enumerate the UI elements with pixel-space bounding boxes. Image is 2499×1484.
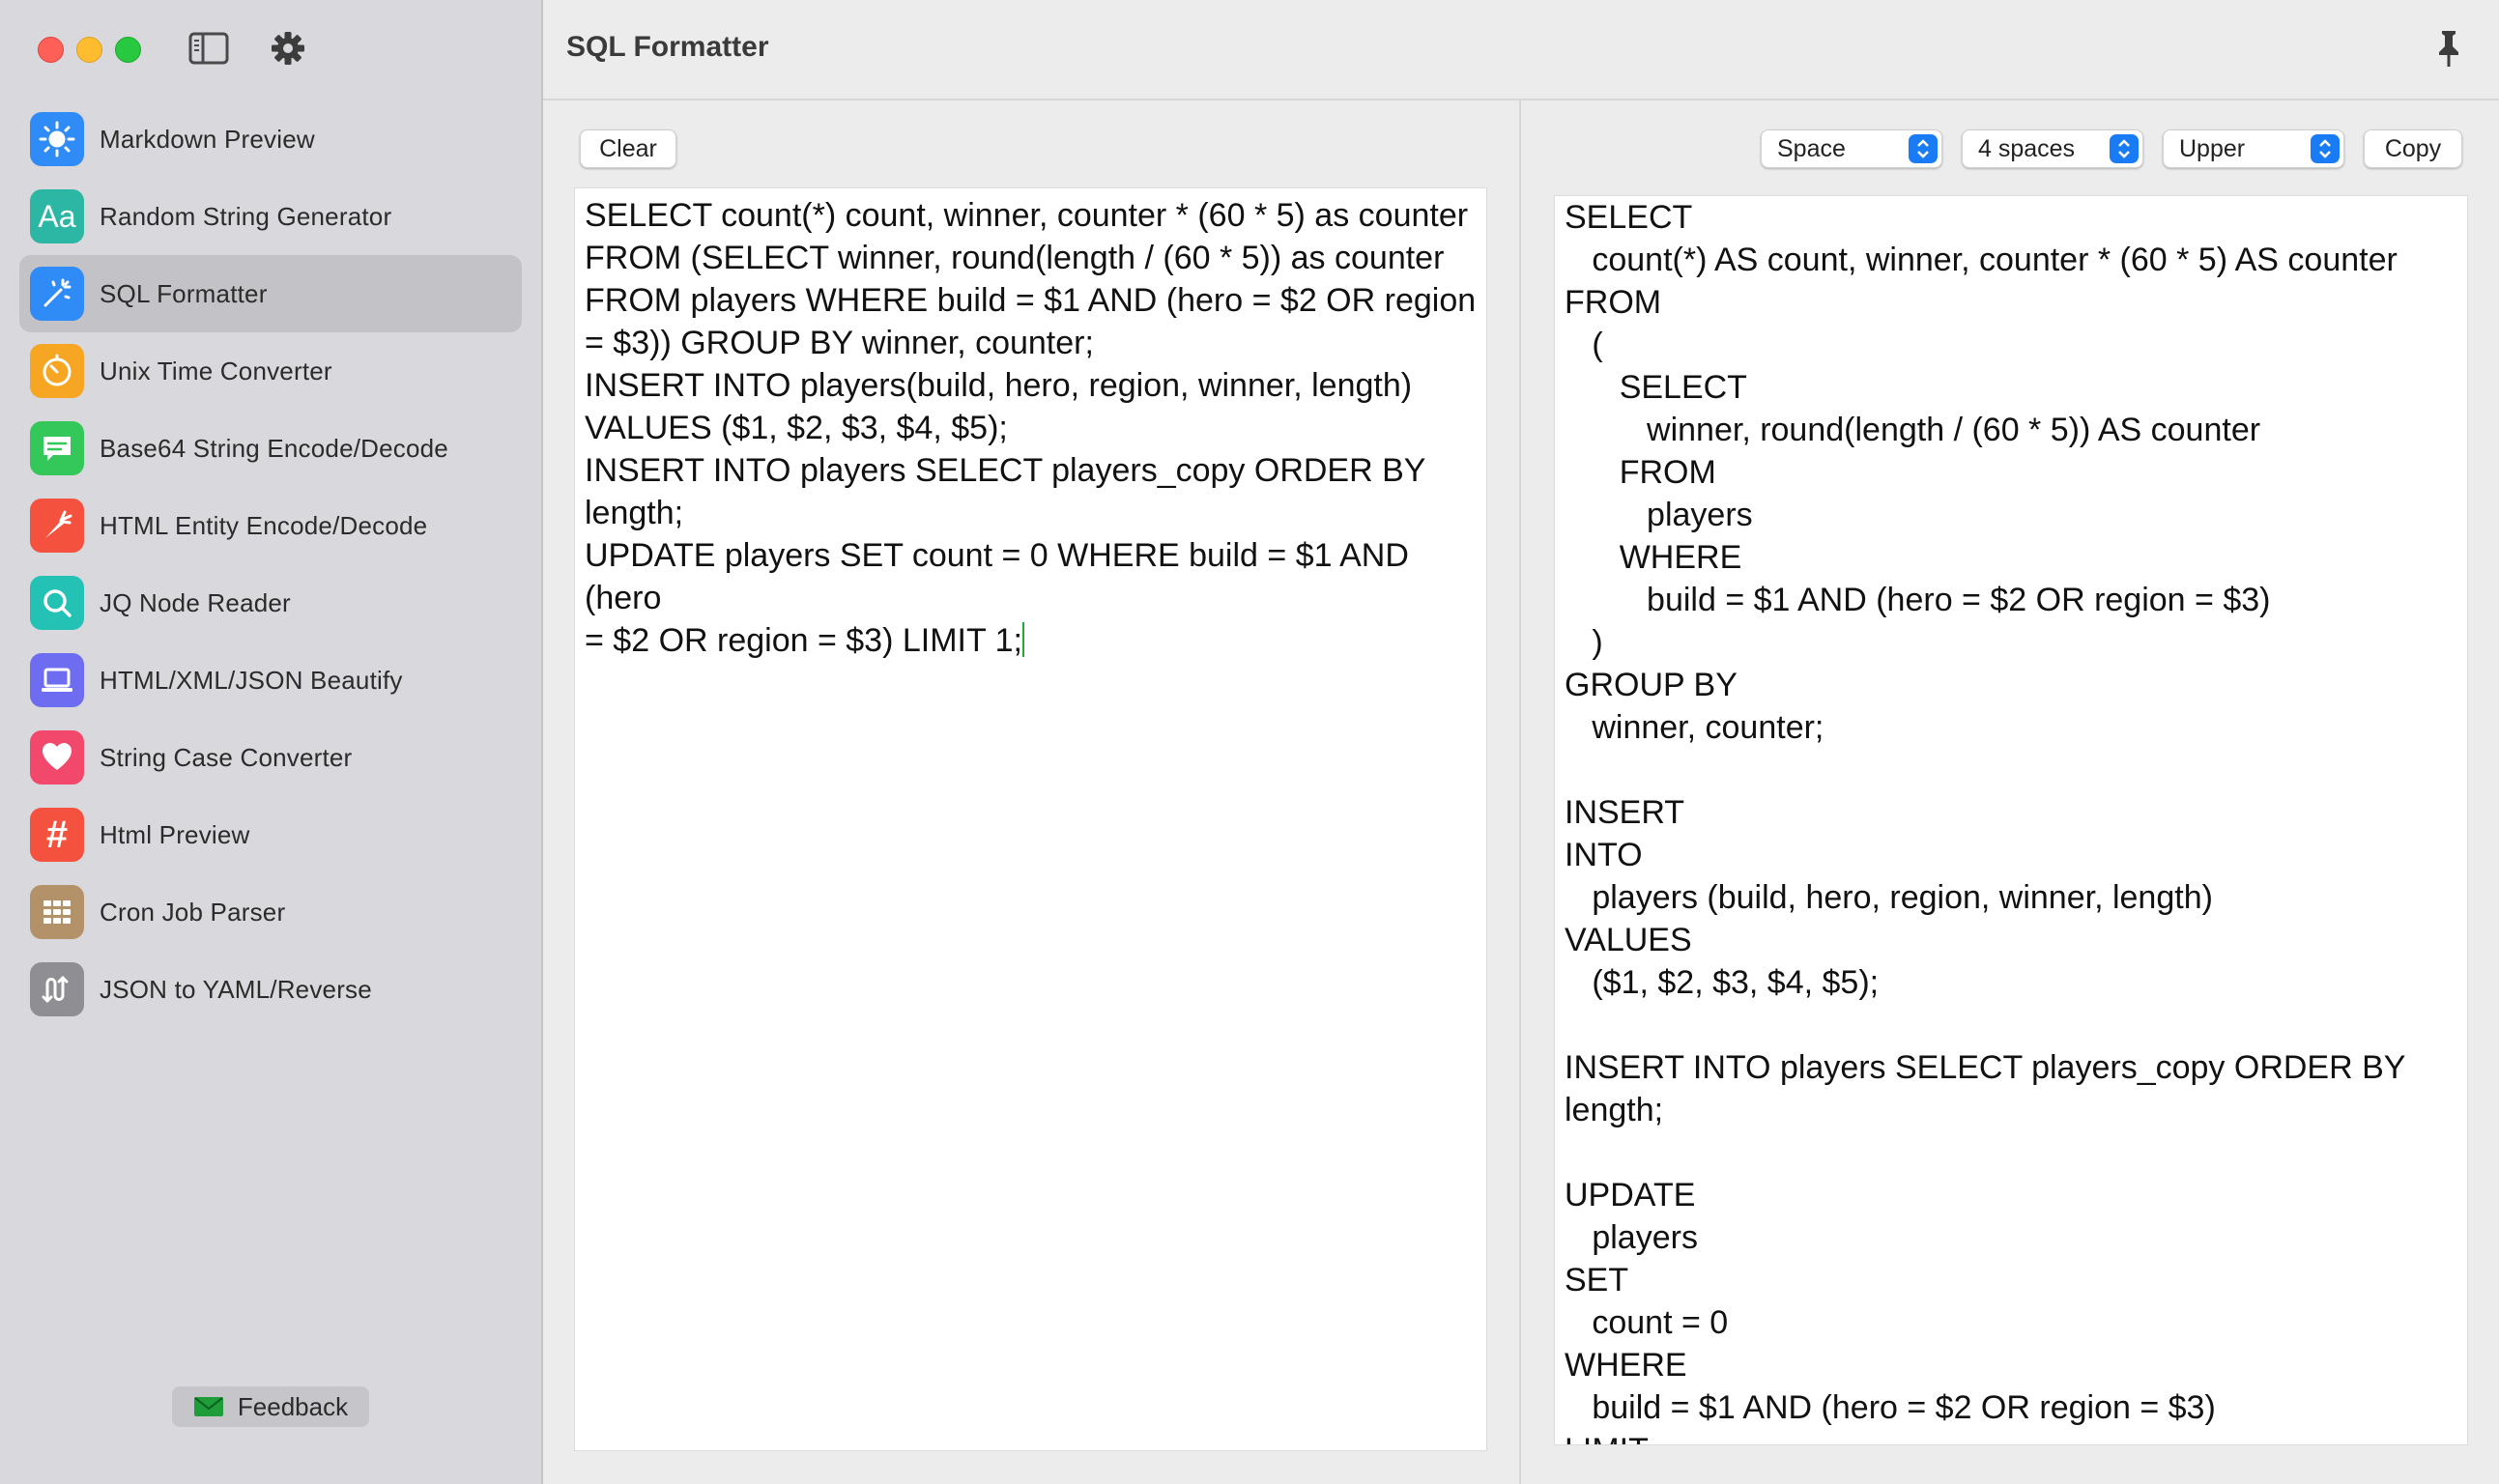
sidebar-toggle-icon[interactable] bbox=[187, 29, 230, 68]
chevron-up-down-icon bbox=[1909, 134, 1938, 163]
carrot-icon bbox=[30, 499, 84, 553]
sidebar-item-json-to-yaml-reverse[interactable]: JSON to YAML/Reverse bbox=[19, 951, 522, 1028]
sidebar-item-string-case-converter[interactable]: String Case Converter bbox=[19, 719, 522, 796]
pin-icon[interactable] bbox=[2431, 27, 2466, 70]
sidebar-item-html-preview[interactable]: # Html Preview bbox=[19, 796, 522, 873]
magic-wand-icon bbox=[30, 267, 84, 321]
close-window-button[interactable] bbox=[38, 37, 64, 63]
sql-input-editor[interactable]: SELECT count(*) count, winner, counter *… bbox=[574, 187, 1487, 1451]
heart-icon bbox=[30, 730, 84, 785]
sidebar-item-random-string-generator[interactable]: Aa Random String Generator bbox=[19, 178, 522, 255]
message-icon bbox=[30, 421, 84, 475]
indent-type-select[interactable]: Space bbox=[1761, 129, 1942, 168]
feedback-button[interactable]: Feedback bbox=[172, 1386, 369, 1427]
sidebar-item-html-entity-encode-decode[interactable]: HTML Entity Encode/Decode bbox=[19, 487, 522, 564]
sidebar-item-label: HTML Entity Encode/Decode bbox=[100, 510, 428, 540]
sidebar-item-base64-string-encode-decode[interactable]: Base64 String Encode/Decode bbox=[19, 410, 522, 487]
envelope-icon bbox=[193, 1397, 223, 1416]
text-caret bbox=[1021, 622, 1024, 657]
sql-input-text: SELECT count(*) count, winner, counter *… bbox=[585, 197, 1477, 659]
sidebar-item-label: Unix Time Converter bbox=[100, 356, 332, 385]
sidebar-item-label: SQL Formatter bbox=[100, 278, 268, 308]
hash-icon: # bbox=[30, 808, 84, 862]
indent-type-value: Space bbox=[1777, 134, 1846, 162]
zoom-window-button[interactable] bbox=[115, 37, 141, 63]
chevron-up-down-icon bbox=[2311, 134, 2340, 163]
timer-icon bbox=[30, 344, 84, 398]
chevron-up-down-icon bbox=[2110, 134, 2139, 163]
sidebar-item-label: JSON to YAML/Reverse bbox=[100, 974, 372, 1004]
sidebar-item-unix-time-converter[interactable]: Unix Time Converter bbox=[19, 332, 522, 410]
clear-button[interactable]: Clear bbox=[580, 129, 676, 168]
indent-size-value: 4 spaces bbox=[1978, 134, 2076, 162]
gear-icon[interactable] bbox=[267, 29, 309, 68]
sidebar-item-label: Html Preview bbox=[100, 819, 250, 849]
keyword-case-select[interactable]: Upper bbox=[2163, 129, 2344, 168]
sidebar-item-markdown-preview[interactable]: Markdown Preview bbox=[19, 100, 522, 178]
sidebar: Markdown Preview Aa Random String Genera… bbox=[0, 0, 543, 1484]
title-bar: SQL Formatter bbox=[543, 0, 2499, 100]
sidebar-item-label: HTML/XML/JSON Beautify bbox=[100, 665, 403, 695]
copy-button[interactable]: Copy bbox=[2364, 129, 2462, 168]
sun-icon bbox=[30, 112, 84, 166]
swap-icon bbox=[30, 962, 84, 1016]
sql-output-text: SELECT count(*) AS count, winner, counte… bbox=[1565, 199, 2406, 1444]
grid-icon bbox=[30, 885, 84, 939]
feedback-label: Feedback bbox=[237, 1391, 349, 1421]
indent-size-select[interactable]: 4 spaces bbox=[1962, 129, 2143, 168]
magnifier-icon bbox=[30, 576, 84, 630]
sidebar-item-sql-formatter[interactable]: SQL Formatter bbox=[19, 255, 522, 332]
sidebar-item-html-xml-json-beautify[interactable]: HTML/XML/JSON Beautify bbox=[19, 642, 522, 719]
sidebar-item-label: Markdown Preview bbox=[100, 124, 315, 154]
sidebar-item-label: Cron Job Parser bbox=[100, 897, 286, 927]
minimize-window-button[interactable] bbox=[76, 37, 102, 63]
laptop-icon bbox=[30, 653, 84, 707]
page-title: SQL Formatter bbox=[566, 31, 769, 63]
keyword-case-value: Upper bbox=[2179, 134, 2246, 162]
output-pane: Space 4 spaces Upper Copy SELECT count(*… bbox=[1521, 100, 2499, 1484]
sidebar-nav: Markdown Preview Aa Random String Genera… bbox=[19, 100, 522, 1028]
aa-text-icon: Aa bbox=[30, 189, 84, 243]
input-pane: Clear SELECT count(*) count, winner, cou… bbox=[543, 100, 1521, 1484]
sidebar-item-label: Base64 String Encode/Decode bbox=[100, 433, 448, 463]
sidebar-item-label: JQ Node Reader bbox=[100, 587, 291, 617]
sidebar-item-label: String Case Converter bbox=[100, 742, 353, 772]
sidebar-item-cron-job-parser[interactable]: Cron Job Parser bbox=[19, 873, 522, 951]
sidebar-item-label: Random String Generator bbox=[100, 201, 392, 231]
sql-output-viewer[interactable]: SELECT count(*) AS count, winner, counte… bbox=[1554, 195, 2468, 1445]
sidebar-item-jq-node-reader[interactable]: JQ Node Reader bbox=[19, 564, 522, 642]
